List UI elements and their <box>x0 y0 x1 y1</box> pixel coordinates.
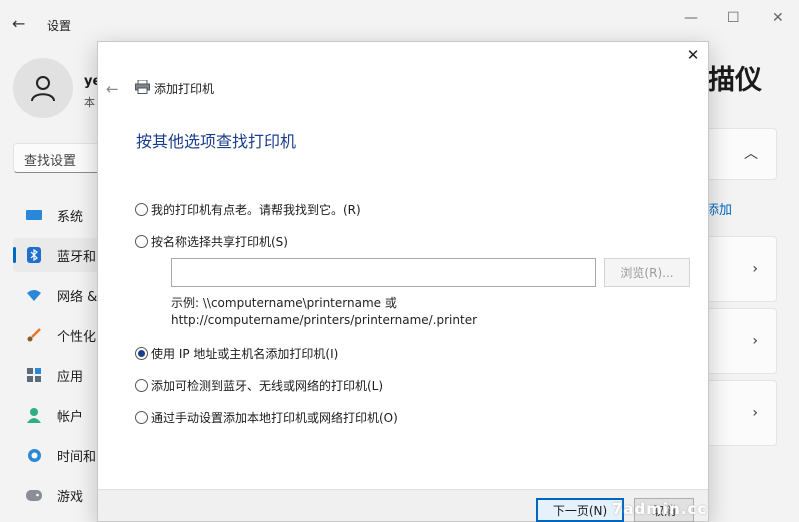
sidebar-item-label: 帐户 <box>57 409 84 425</box>
search-input[interactable]: 查找设置 <box>13 143 103 173</box>
add-device-card: ︿ <box>700 128 777 180</box>
sidebar-item-label: 网络 & <box>57 289 98 305</box>
option-manual-local[interactable]: 通过手动设置添加本地打印机或网络打印机(O) <box>135 409 398 426</box>
chevron-right-icon: › <box>752 333 758 349</box>
option-shared-printer[interactable]: 按名称选择共享打印机(S) <box>135 233 288 250</box>
minimize-icon[interactable]: — <box>684 10 698 26</box>
add-printer-dialog: ✕ ← 添加打印机 按其他选项查找打印机 我的打印机有点老。请帮我找到它。(R)… <box>97 41 709 522</box>
printer-row[interactable]: › <box>700 236 777 302</box>
example-hint: 示例: \\computername\printername 或 http://… <box>171 295 477 329</box>
sidebar-item-label: 游戏 <box>57 489 84 505</box>
option-label: 添加可检测到蓝牙、无线或网络的打印机(L) <box>151 379 384 393</box>
printer-row[interactable]: › <box>700 380 777 446</box>
printer-row[interactable]: › <box>700 308 777 374</box>
radio-button[interactable] <box>135 411 148 424</box>
radio-button-selected[interactable] <box>135 347 148 360</box>
sidebar-item-network[interactable]: 网络 & <box>13 278 103 312</box>
add-manually-link[interactable]: 添加 <box>706 199 732 218</box>
sidebar-item-label: 时间和 <box>57 449 97 465</box>
wifi-icon <box>25 286 43 304</box>
sidebar-item-label: 蓝牙和 <box>57 249 97 265</box>
option-ip-hostname[interactable]: 使用 IP 地址或主机名添加打印机(I) <box>135 345 338 362</box>
sidebar-item-personalization[interactable]: 个性化 <box>13 318 103 352</box>
browse-button[interactable]: 浏览(R)... <box>604 258 690 287</box>
app-title: 设置 <box>47 19 72 33</box>
brush-icon <box>25 326 43 344</box>
option-label: 使用 IP 地址或主机名添加打印机(I) <box>151 347 339 361</box>
radio-button[interactable] <box>135 379 148 392</box>
option-label: 通过手动设置添加本地打印机或网络打印机(O) <box>151 411 398 425</box>
user-subtitle: 本 <box>84 96 95 109</box>
bluetooth-icon <box>25 246 43 264</box>
monitor-icon <box>25 206 43 224</box>
account-icon <box>25 406 43 424</box>
option-label: 按名称选择共享打印机(S) <box>151 235 288 249</box>
close-window-icon[interactable]: ✕ <box>772 10 784 26</box>
radio-button[interactable] <box>135 203 148 216</box>
watermark: 7admin.cc <box>612 500 708 518</box>
sidebar-item-label: 个性化 <box>57 329 97 345</box>
next-button[interactable]: 下一页(N) <box>536 498 624 522</box>
shared-printer-name-input[interactable] <box>171 258 596 287</box>
chevron-right-icon: › <box>752 405 758 421</box>
option-bluetooth-wireless[interactable]: 添加可检测到蓝牙、无线或网络的打印机(L) <box>135 377 383 394</box>
sidebar-item-label: 应用 <box>57 369 84 385</box>
page-title: 描仪 <box>708 65 762 96</box>
sidebar-item-label: 系统 <box>57 209 84 225</box>
dialog-heading: 按其他选项查找打印机 <box>136 132 297 151</box>
sidebar-item-accounts[interactable]: 帐户 <box>13 398 103 432</box>
sidebar-item-apps[interactable]: 应用 <box>13 358 103 392</box>
sidebar-item-time-language[interactable]: 时间和 <box>13 438 103 472</box>
dialog-close-icon[interactable]: ✕ <box>685 47 701 63</box>
gamepad-icon <box>25 486 43 504</box>
sidebar-item-system[interactable]: 系统 <box>13 198 103 232</box>
sidebar-item-gaming[interactable]: 游戏 <box>13 478 103 512</box>
back-arrow-icon[interactable]: ← <box>12 14 25 33</box>
sidebar-item-bluetooth[interactable]: 蓝牙和 <box>13 238 103 272</box>
printer-icon <box>135 80 150 94</box>
person-icon <box>31 76 55 102</box>
option-label: 我的打印机有点老。请帮我找到它。(R) <box>151 203 361 217</box>
dialog-back-icon[interactable]: ← <box>106 80 119 98</box>
chevron-up-icon[interactable]: ︿ <box>744 143 758 163</box>
radio-button[interactable] <box>135 235 148 248</box>
clock-globe-icon <box>25 446 43 464</box>
maximize-icon[interactable]: ☐ <box>727 10 740 26</box>
avatar[interactable] <box>13 58 73 118</box>
dialog-title: 添加打印机 <box>154 82 215 96</box>
example-line-2: http://computername/printers/printername… <box>171 313 478 327</box>
chevron-right-icon: › <box>752 261 758 277</box>
example-line-1: 示例: \\computername\printername 或 <box>171 296 397 310</box>
option-old-printer[interactable]: 我的打印机有点老。请帮我找到它。(R) <box>135 201 361 218</box>
settings-titlebar: ← 设置 — ☐ ✕ <box>0 0 799 44</box>
apps-icon <box>25 366 43 384</box>
